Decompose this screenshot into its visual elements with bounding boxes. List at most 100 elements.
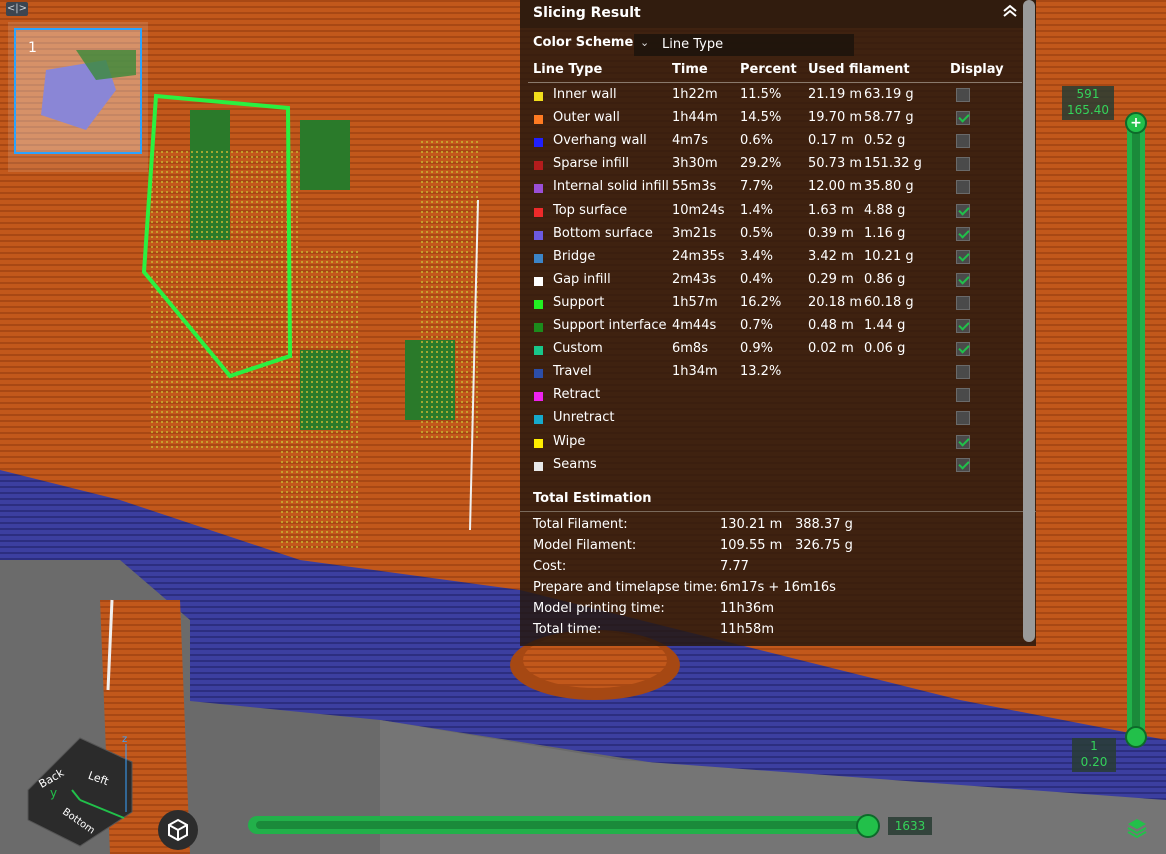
total-divider bbox=[520, 511, 1036, 512]
color-swatch bbox=[534, 253, 543, 263]
color-swatch bbox=[534, 461, 543, 471]
display-checkbox[interactable] bbox=[956, 88, 970, 102]
line-type-weight: 0.52 g bbox=[864, 133, 906, 149]
bottom-layer-height: 0.20 bbox=[1080, 755, 1108, 769]
line-type-name: Inner wall bbox=[553, 87, 617, 102]
line-type-weight: 1.16 g bbox=[864, 225, 906, 241]
line-type-weight: 10.21 g bbox=[864, 248, 914, 264]
line-type-length: 1.63 m bbox=[808, 202, 854, 218]
double-chevron-up-icon bbox=[1003, 4, 1017, 17]
color-swatch bbox=[534, 392, 543, 402]
table-row: Internal solid infill 55m3s 7.7% 12.00 m 35.… bbox=[520, 176, 1036, 199]
color-swatch bbox=[534, 346, 543, 356]
total-row: Model printing time: 11h36m bbox=[520, 601, 1036, 622]
line-type-weight: 4.88 g bbox=[864, 202, 906, 218]
line-type-time: 1h57m bbox=[672, 294, 718, 310]
line-type-name: Travel bbox=[553, 364, 592, 380]
move-slider-handle[interactable] bbox=[856, 814, 880, 838]
line-type-length: 0.39 m bbox=[808, 225, 854, 241]
line-type-length: 20.18 m bbox=[808, 294, 863, 310]
line-type-weight: 0.06 g bbox=[864, 341, 906, 357]
display-checkbox[interactable] bbox=[956, 111, 970, 126]
line-type-weight: 58.77 g bbox=[864, 110, 914, 126]
line-type-percent: 13.2% bbox=[740, 364, 782, 380]
line-type-name: Seams bbox=[553, 456, 597, 472]
line-type-time: 4m7s bbox=[672, 133, 708, 149]
display-checkbox[interactable] bbox=[956, 434, 970, 449]
line-type-name: Gap infill bbox=[553, 271, 611, 287]
line-type-length: 12.00 m bbox=[808, 179, 863, 195]
table-row: Top surface 10m24s 1.4% 1.63 m 4.88 g bbox=[520, 200, 1036, 223]
header-divider bbox=[528, 82, 1022, 83]
total-label: Total Filament: bbox=[533, 517, 628, 532]
table-row: Overhang wall 4m7s 0.6% 0.17 m 0.52 g bbox=[520, 130, 1036, 153]
bottom-layer-label: 1 0.20 bbox=[1072, 738, 1116, 772]
layers-icon[interactable] bbox=[1126, 816, 1148, 839]
line-type-name: Support interface bbox=[553, 318, 667, 333]
top-layer-height: 165.40 bbox=[1067, 103, 1109, 117]
view-cube-button[interactable] bbox=[158, 810, 198, 850]
color-swatch bbox=[534, 115, 543, 125]
navcube-y-axis: y bbox=[50, 786, 58, 800]
panel-header[interactable]: Slicing Result bbox=[520, 0, 1036, 28]
total-value: 11h58m bbox=[720, 622, 774, 637]
line-type-weight: 151.32 g bbox=[864, 156, 922, 172]
display-checkbox[interactable] bbox=[956, 365, 970, 380]
color-scheme-select[interactable]: ⌄ Line Type bbox=[634, 34, 854, 56]
line-type-length: 0.02 m bbox=[808, 341, 854, 357]
display-checkbox[interactable] bbox=[956, 249, 970, 264]
total-label: Model Filament: bbox=[533, 538, 637, 553]
line-type-time: 1h34m bbox=[672, 364, 718, 380]
header-time: Time bbox=[672, 62, 708, 77]
move-slider-range bbox=[256, 821, 862, 829]
display-checkbox[interactable] bbox=[956, 203, 970, 218]
cube-icon bbox=[168, 818, 188, 842]
line-type-percent: 0.5% bbox=[740, 225, 774, 241]
color-swatch bbox=[534, 184, 543, 194]
panel-title: Slicing Result bbox=[533, 5, 641, 21]
line-type-time: 6m8s bbox=[672, 341, 708, 357]
line-type-time: 24m35s bbox=[672, 248, 725, 264]
display-checkbox[interactable] bbox=[956, 319, 970, 333]
display-checkbox[interactable] bbox=[956, 180, 970, 195]
color-swatch bbox=[534, 92, 543, 101]
total-value: 130.21 m bbox=[720, 517, 783, 532]
panel-scrollbar[interactable] bbox=[1023, 0, 1035, 642]
total-row: Total Filament: 130.21 m 388.37 g bbox=[520, 517, 1036, 538]
table-row: Inner wall 1h22m 11.5% 21.19 m 63.19 g bbox=[520, 84, 1036, 107]
total-value-secondary: 388.37 g bbox=[795, 517, 853, 532]
header-line-type: Line Type bbox=[533, 62, 603, 77]
top-layer-label: 591 165.40 bbox=[1062, 86, 1114, 120]
total-estimation-title: Total Estimation bbox=[533, 491, 652, 506]
plate-number: 1 bbox=[28, 40, 37, 56]
layers-stack-icon bbox=[1127, 819, 1147, 839]
table-row: Travel 1h34m 13.2% bbox=[520, 361, 1036, 384]
display-checkbox[interactable] bbox=[956, 226, 970, 241]
line-type-length: 0.29 m bbox=[808, 271, 854, 287]
line-type-name: Sparse infill bbox=[553, 156, 629, 172]
color-swatch bbox=[534, 438, 543, 448]
total-label: Model printing time: bbox=[533, 601, 665, 616]
display-checkbox[interactable] bbox=[956, 388, 970, 403]
display-checkbox[interactable] bbox=[956, 134, 970, 149]
layer-slider-top-handle[interactable]: + bbox=[1125, 112, 1147, 134]
display-checkbox[interactable] bbox=[956, 457, 970, 472]
display-checkbox[interactable] bbox=[956, 411, 970, 426]
line-type-name: Internal solid infill bbox=[553, 179, 669, 195]
color-swatch bbox=[534, 323, 543, 332]
display-checkbox[interactable] bbox=[956, 272, 970, 287]
collapse-icon[interactable] bbox=[998, 4, 1022, 24]
move-slider-value: 1633 bbox=[888, 817, 932, 835]
3d-viewport[interactable]: <|> 1 Slicing Result Color Scheme ⌄ Line… bbox=[0, 0, 1166, 854]
display-checkbox[interactable] bbox=[956, 157, 970, 172]
line-type-weight: 60.18 g bbox=[864, 294, 914, 310]
layer-slider-bottom-handle[interactable] bbox=[1125, 726, 1147, 748]
line-type-percent: 0.7% bbox=[740, 318, 774, 333]
table-row: Sparse infill 3h30m 29.2% 50.73 m 151.32 g bbox=[520, 153, 1036, 176]
line-type-name: Custom bbox=[553, 341, 603, 357]
color-scheme-label: Color Scheme bbox=[533, 35, 634, 50]
display-checkbox[interactable] bbox=[956, 295, 970, 310]
total-value-secondary: 326.75 g bbox=[795, 538, 853, 553]
display-checkbox[interactable] bbox=[956, 342, 970, 357]
split-toggle-icon[interactable]: <|> bbox=[6, 2, 28, 16]
